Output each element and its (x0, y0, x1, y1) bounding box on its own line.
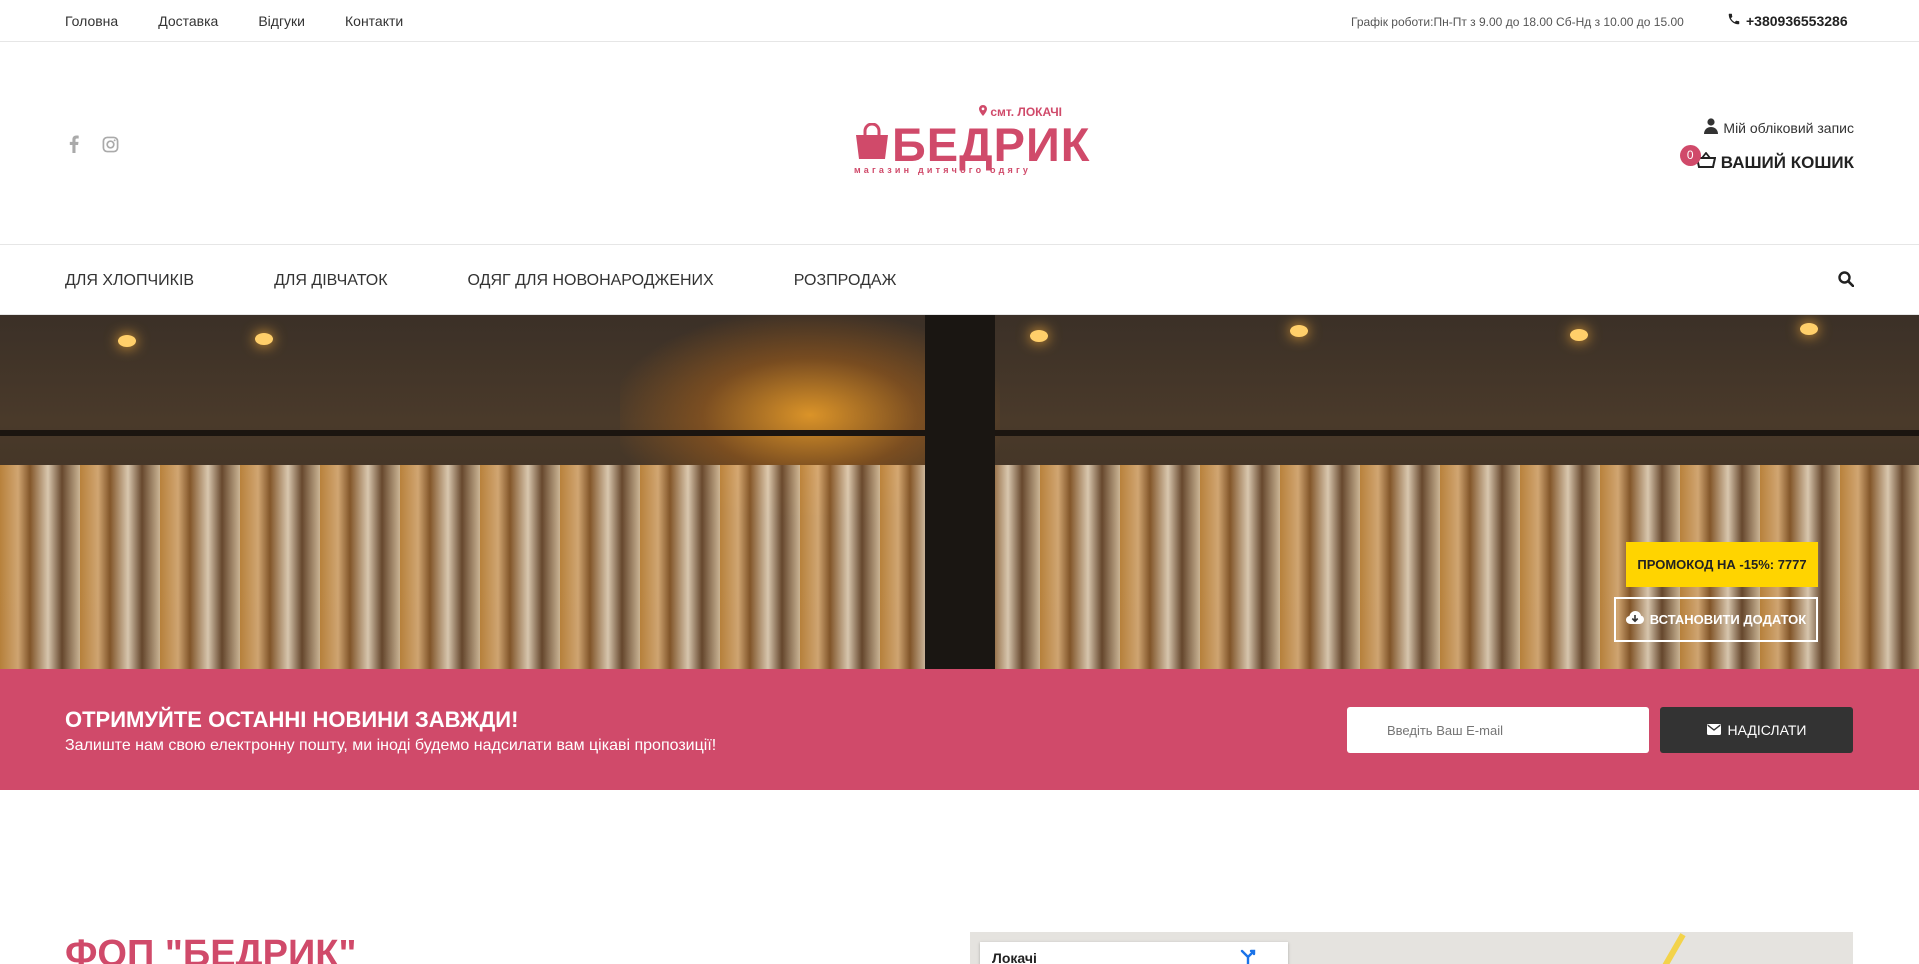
logo-subtitle: магазин дитячого одягу (854, 165, 1032, 175)
top-nav: Головна Доставка Відгуки Контакти (65, 13, 403, 29)
phone-number: +380936553286 (1746, 12, 1848, 29)
facebook-icon[interactable] (64, 134, 84, 154)
hero-bulb (1570, 329, 1588, 341)
install-app-label: ВСТАНОВИТИ ДОДАТОК (1649, 612, 1807, 627)
category-sale[interactable]: РОЗПРОДАЖ (794, 272, 897, 290)
newsletter-title: ОТРИМУЙТЕ ОСТАННІ НОВИНИ ЗАВЖДИ! (65, 707, 519, 732)
top-nav-home[interactable]: Головна (65, 13, 118, 29)
promo-code-badge[interactable]: ПРОМОКОД НА -15%: 7777 (1626, 542, 1818, 587)
map-road (1660, 933, 1686, 964)
cart-label: ВАШИЙ КОШИК (1720, 152, 1854, 172)
hero-bulb (1030, 330, 1048, 342)
account-label: Мій обліковий запис (1723, 119, 1854, 136)
category-nav: ДЛЯ ХЛОПЧИКІВ ДЛЯ ДІВЧАТОК ОДЯГ ДЛЯ НОВО… (0, 244, 1919, 315)
newsletter-text: Залиште нам свою електронну пошту, ми ін… (65, 737, 717, 754)
working-hours: Графік роботи:Пн-Пт з 9.00 до 18.00 Сб-Н… (1351, 15, 1684, 29)
hero-bulb (118, 335, 136, 347)
hero-bulb (1800, 323, 1818, 335)
directions-icon[interactable] (1238, 948, 1258, 964)
account-link[interactable]: Мій обліковий запис (1704, 118, 1854, 137)
logo-name: БЕДРИК (892, 118, 1091, 171)
site-logo[interactable]: смт. ЛОКАЧІ БЕДРИК магазин дитячого одяг… (852, 105, 1089, 185)
category-list: ДЛЯ ХЛОПЧИКІВ ДЛЯ ДІВЧАТОК ОДЯГ ДЛЯ НОВО… (65, 272, 976, 290)
phone-link[interactable]: +380936553286 (1727, 12, 1848, 29)
hero-pillar (925, 315, 995, 669)
subscribe-button[interactable]: НАДІСЛАТИ (1660, 707, 1853, 753)
envelope-icon (1706, 722, 1721, 738)
company-title: ФОП "БЕДРИК" (65, 933, 357, 964)
social-links (64, 134, 120, 154)
hero-bulb (1290, 325, 1308, 337)
category-boys[interactable]: ДЛЯ ХЛОПЧИКІВ (65, 272, 194, 290)
instagram-icon[interactable] (100, 134, 120, 154)
map-embed[interactable]: Локачі (970, 932, 1853, 964)
category-girls[interactable]: ДЛЯ ДІВЧАТОК (274, 272, 387, 290)
newsletter-section: ОТРИМУЙТЕ ОСТАННІ НОВИНИ ЗАВЖДИ! Залиште… (0, 669, 1919, 790)
top-bar: Головна Доставка Відгуки Контакти Графік… (0, 0, 1919, 42)
cart-count-badge: 0 (1679, 145, 1701, 166)
phone-icon (1727, 12, 1741, 29)
user-icon (1704, 118, 1719, 137)
subscribe-label: НАДІСЛАТИ (1727, 722, 1807, 738)
top-nav-contacts[interactable]: Контакти (345, 13, 403, 29)
map-place-name: Локачі (992, 950, 1037, 964)
category-newborn[interactable]: ОДЯГ ДЛЯ НОВОНАРОДЖЕНИХ (468, 272, 714, 290)
top-nav-reviews[interactable]: Відгуки (258, 13, 305, 29)
install-app-button[interactable]: ВСТАНОВИТИ ДОДАТОК (1614, 597, 1818, 642)
email-input[interactable] (1347, 707, 1649, 753)
cart-link[interactable]: 0 ВАШИЙ КОШИК (1679, 145, 1854, 173)
header: смт. ЛОКАЧІ БЕДРИК магазин дитячого одяг… (0, 42, 1919, 244)
search-icon[interactable] (1838, 271, 1855, 292)
cloud-download-icon (1625, 611, 1644, 628)
map-place-card: Локачі (980, 942, 1288, 964)
hero-bulb (255, 333, 273, 345)
top-nav-delivery[interactable]: Доставка (158, 13, 218, 29)
shopping-bag-icon (854, 122, 890, 166)
